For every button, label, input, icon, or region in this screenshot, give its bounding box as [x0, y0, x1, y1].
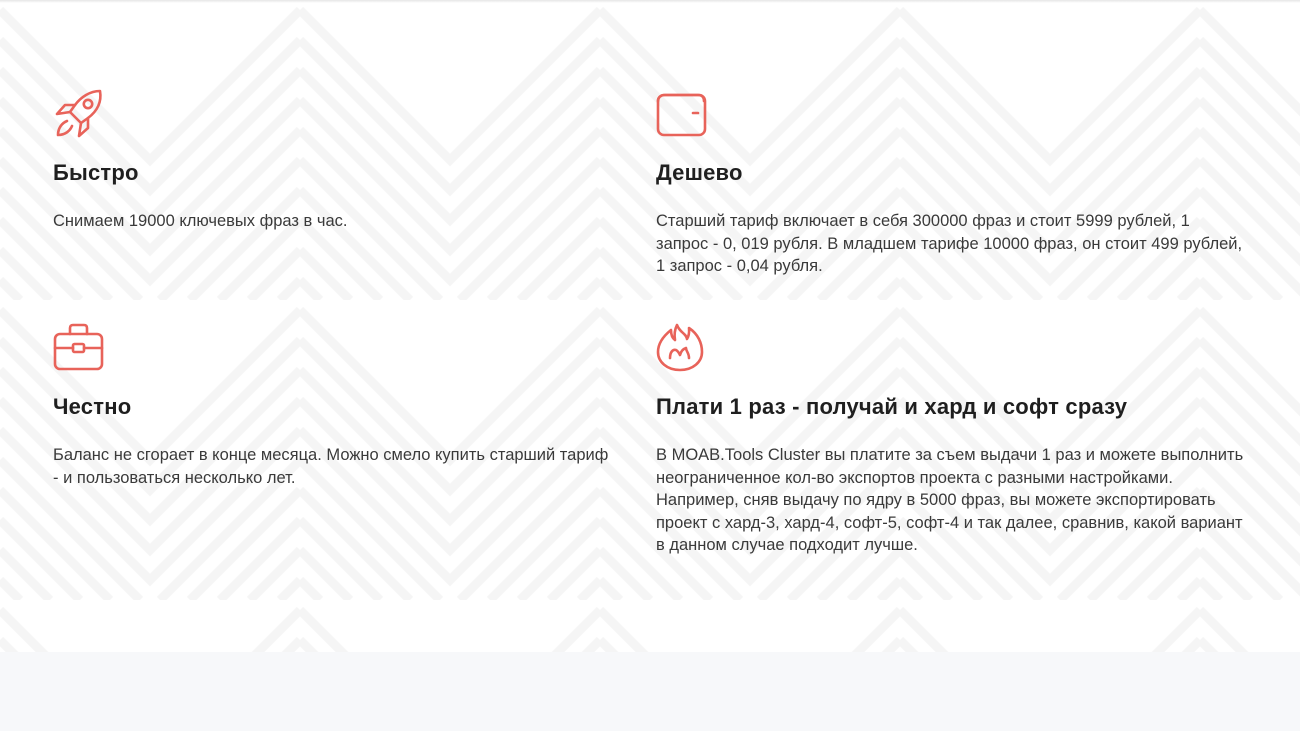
- briefcase-icon: [53, 322, 105, 374]
- rocket-icon: [53, 88, 105, 140]
- feature-description: Снимаем 19000 ключевых фраз в час.: [53, 212, 348, 230]
- footer-strip: [0, 652, 1300, 731]
- feature-title: Дешево: [656, 160, 743, 185]
- feature-title: Быстро: [53, 160, 139, 185]
- fire-icon: [656, 322, 708, 374]
- feature-title: Плати 1 раз - получай и хард и софт сраз…: [656, 394, 1128, 419]
- feature-description: Старший тариф включает в себя 300000 фра…: [656, 212, 1243, 275]
- feature-description: В MOAB.Tools Cluster вы платите за съем …: [656, 446, 1244, 554]
- wallet-icon: [656, 88, 708, 140]
- feature-description: Баланс не сгорает в конце месяца. Можно …: [53, 446, 609, 487]
- feature-title: Честно: [53, 394, 132, 419]
- top-shadow: [0, 0, 1300, 3]
